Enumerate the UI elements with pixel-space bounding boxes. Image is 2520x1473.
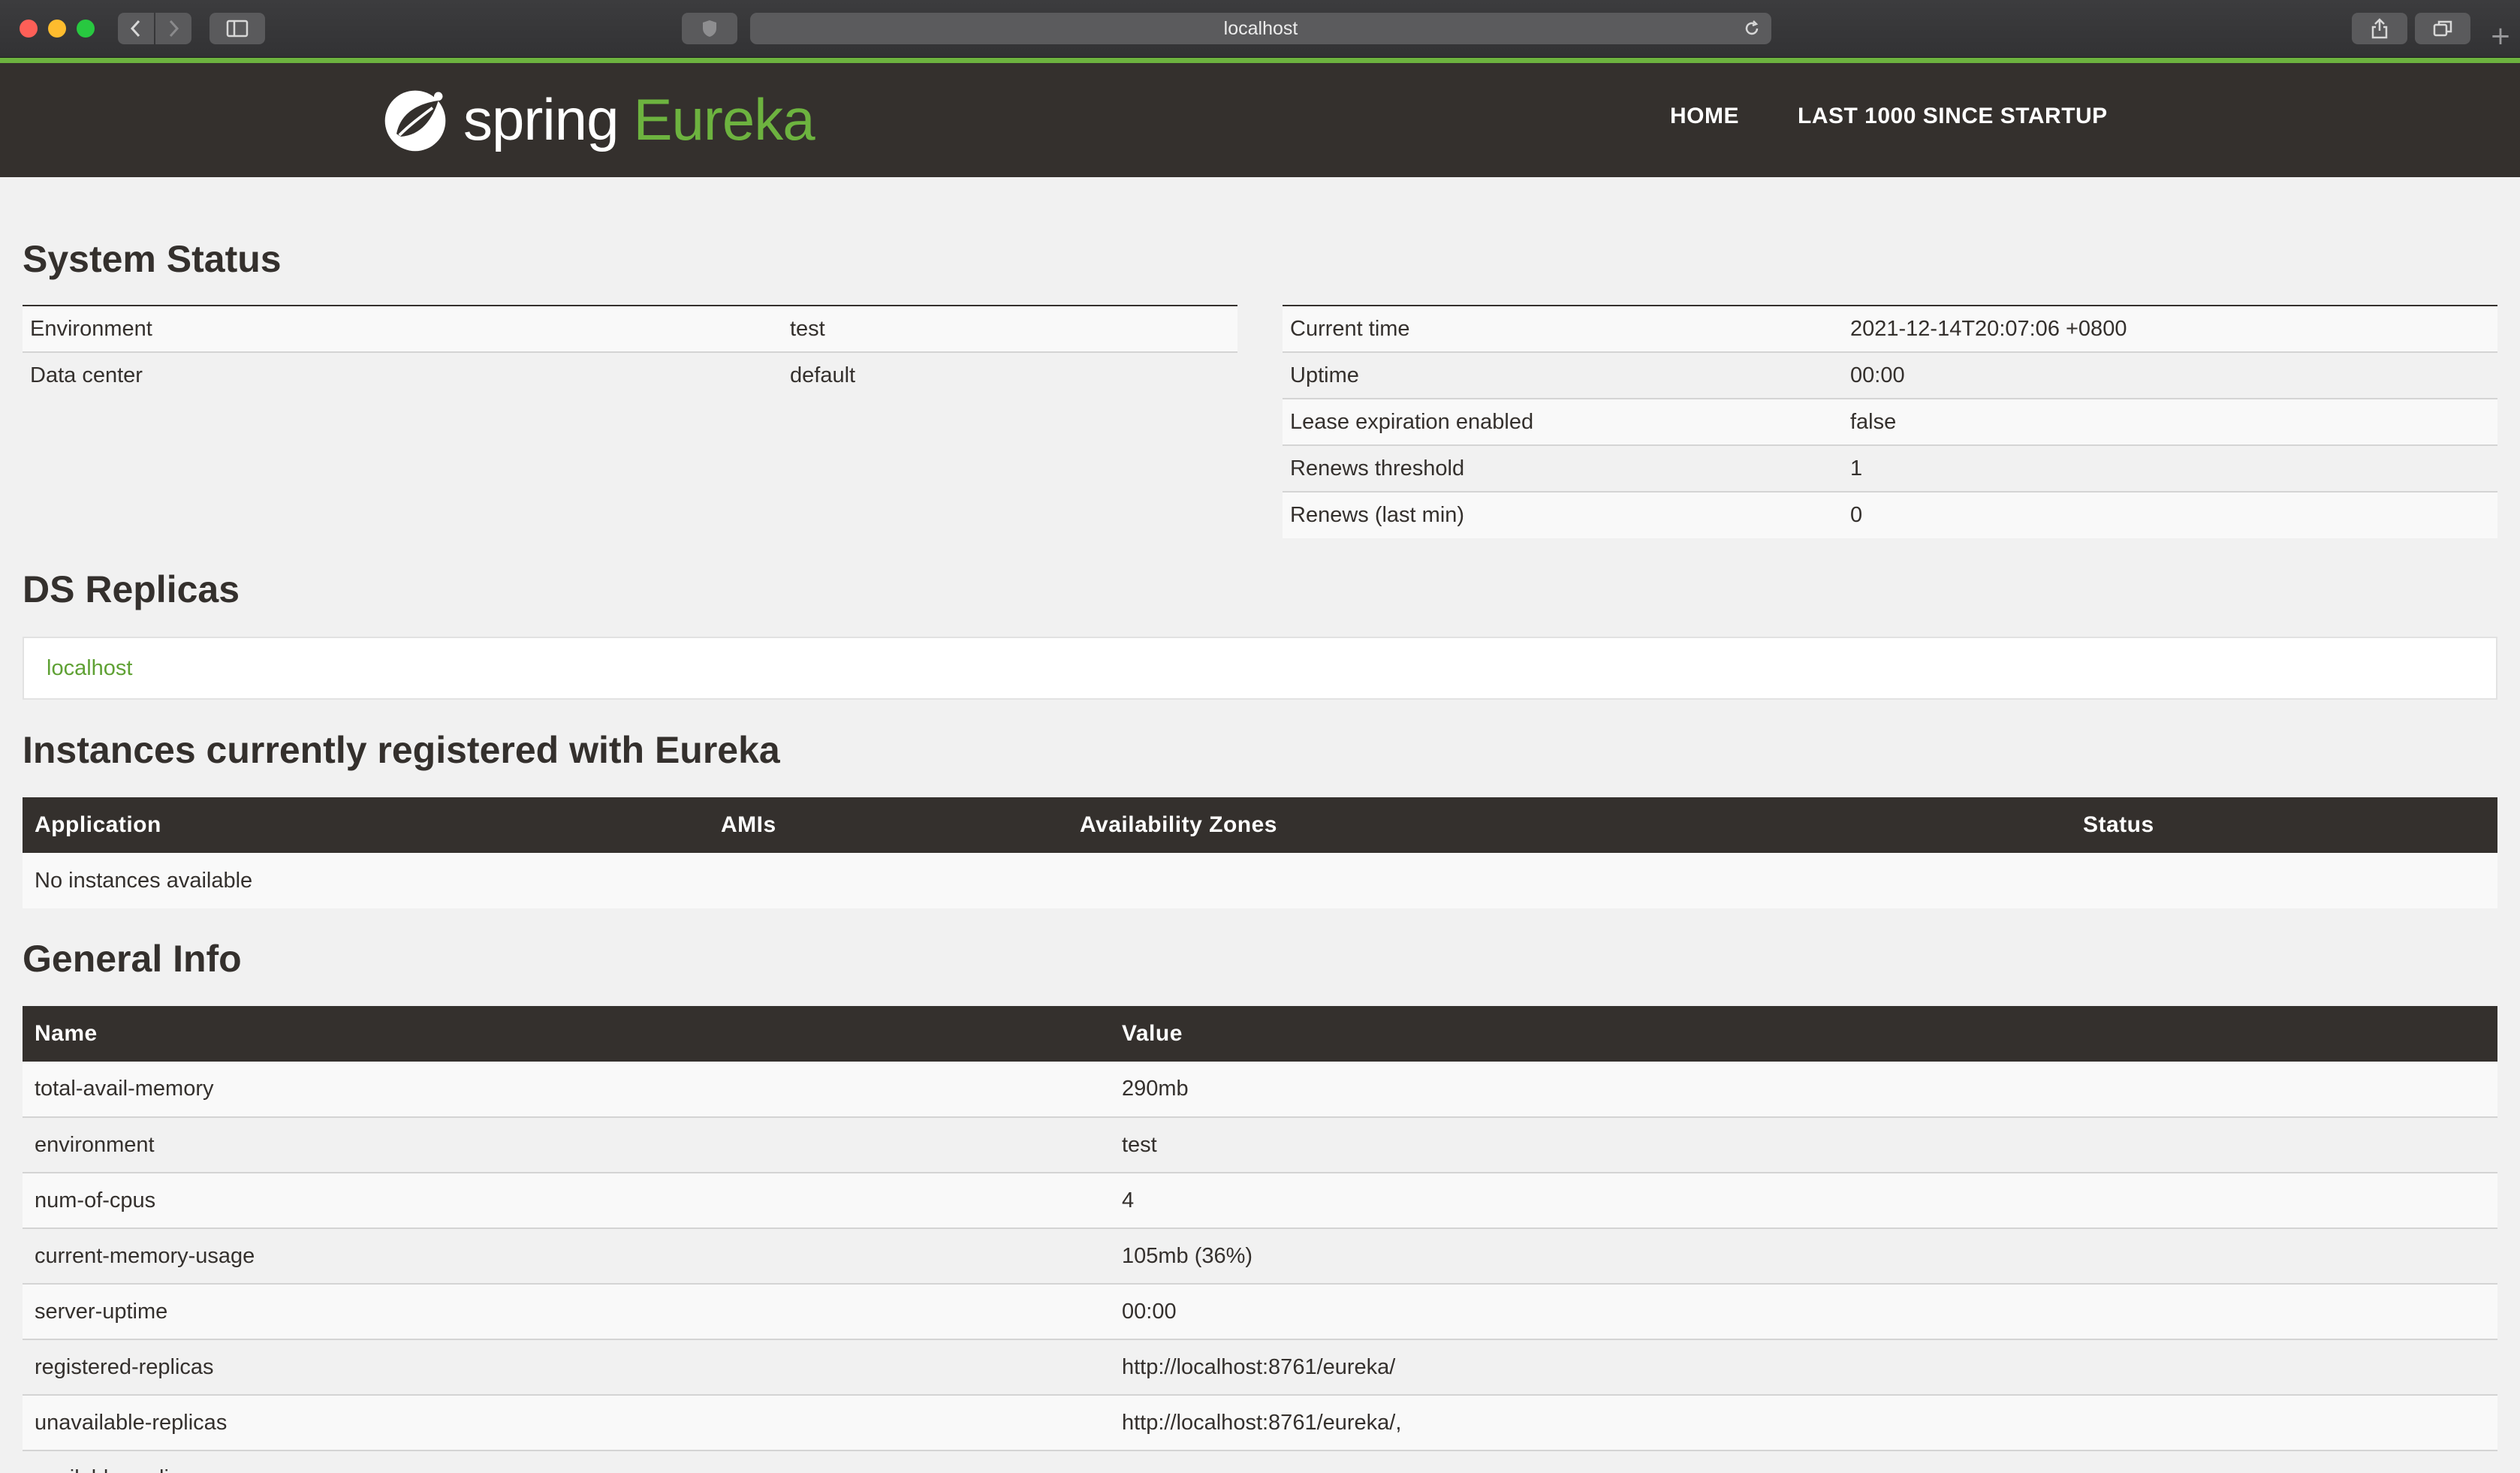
info-name: num-of-cpus (23, 1173, 1110, 1229)
table-header-row: Application AMIs Availability Zones Stat… (23, 797, 2497, 853)
privacy-report-button[interactable] (682, 13, 737, 44)
show-tabs-button[interactable] (2415, 13, 2470, 44)
table-row: num-of-cpus 4 (23, 1173, 2497, 1229)
info-value: 290mb (1110, 1062, 2497, 1118)
nav-last1000-link[interactable]: LAST 1000 SINCE STARTUP (1798, 104, 2108, 129)
info-name: unavailable-replicas (23, 1395, 1110, 1451)
spring-eureka-logo[interactable]: spring Eureka (379, 78, 815, 161)
info-value: test (1110, 1117, 2497, 1173)
system-status-left-table: Environment test Data center default (23, 305, 1237, 399)
status-row: Lease expiration enabled false (1283, 398, 2497, 445)
status-value: default (782, 351, 1237, 399)
status-value: 00:00 (1843, 351, 2497, 399)
table-row: registered-replicas http://localhost:876… (23, 1339, 2497, 1396)
zoom-window-button[interactable] (77, 20, 95, 38)
column-header[interactable]: Status (2071, 797, 2497, 853)
status-value: test (782, 305, 1237, 352)
status-row: Uptime 00:00 (1283, 351, 2497, 399)
ds-replicas-list: localhost (23, 637, 2497, 700)
general-info-title: General Info (23, 938, 242, 980)
info-name: registered-replicas (23, 1339, 1110, 1396)
status-label: Environment (23, 305, 782, 352)
eureka-navbar: spring Eureka HOME LAST 1000 SINCE START… (0, 63, 2520, 177)
column-header[interactable]: Name (23, 1006, 1110, 1062)
ds-replicas-title: DS Replicas (23, 568, 240, 610)
new-tab-button[interactable]: + (2485, 21, 2515, 51)
status-label: Uptime (1283, 351, 1843, 399)
table-row: unavailable-replicas http://localhost:87… (23, 1395, 2497, 1451)
table-row: environment test (23, 1117, 2497, 1173)
shield-icon (703, 20, 716, 37)
plus-icon: + (2489, 21, 2512, 51)
sidebar-button[interactable] (209, 13, 265, 44)
status-row: Renews threshold 1 (1283, 444, 2497, 492)
table-row: available-replicas (23, 1450, 2497, 1473)
status-value: 2021-12-14T20:07:06 +0800 (1843, 305, 2497, 352)
reload-icon (1745, 20, 1759, 35)
url-text: localhost (1223, 18, 1298, 39)
reload-button[interactable] (1743, 13, 1761, 47)
ds-replica-link[interactable]: localhost (47, 656, 132, 680)
minimize-window-button[interactable] (48, 20, 66, 38)
chevron-left-icon (130, 20, 140, 38)
column-header[interactable]: Application (23, 797, 709, 853)
table-header-row: Name Value (23, 1006, 2497, 1062)
info-name: total-avail-memory (23, 1062, 1110, 1118)
sidebar-icon (226, 20, 249, 38)
info-value: 00:00 (1110, 1284, 2497, 1340)
logo-spring-text: spring (463, 86, 619, 152)
accent-stripe (0, 58, 2520, 63)
general-info-table: Name Value total-avail-memory 290mb envi… (23, 1006, 2497, 1473)
table-row: total-avail-memory 290mb (23, 1062, 2497, 1118)
system-status-right-table: Current time 2021-12-14T20:07:06 +0800 U… (1283, 305, 2497, 538)
column-header[interactable]: Value (1110, 1006, 2497, 1062)
table-row: current-memory-usage 105mb (36%) (23, 1228, 2497, 1285)
system-status-title: System Status (23, 238, 282, 280)
address-bar[interactable]: localhost (750, 13, 1771, 44)
spring-leaf-icon (384, 90, 446, 152)
empty-row: No instances available (23, 853, 2497, 908)
browser-toolbar: localhost + (0, 0, 2520, 58)
status-value: 1 (1843, 444, 2497, 492)
status-label: Data center (23, 351, 782, 399)
status-label: Renews (last min) (1283, 491, 1843, 538)
forward-button[interactable] (155, 13, 191, 44)
logo-eureka-text: Eureka (633, 86, 815, 152)
status-row: Data center default (23, 351, 1237, 399)
status-value: false (1843, 398, 2497, 445)
info-value (1110, 1450, 2497, 1473)
info-value: 4 (1110, 1173, 2497, 1229)
info-name: environment (23, 1117, 1110, 1173)
status-label: Current time (1283, 305, 1843, 352)
status-label: Lease expiration enabled (1283, 398, 1843, 445)
status-row: Renews (last min) 0 (1283, 491, 2497, 538)
info-name: server-uptime (23, 1284, 1110, 1340)
info-value: 105mb (36%) (1110, 1228, 2497, 1285)
back-button[interactable] (118, 13, 154, 44)
info-value: http://localhost:8761/eureka/ (1110, 1339, 2497, 1396)
share-icon (2371, 18, 2388, 39)
empty-message: No instances available (23, 853, 2497, 908)
column-header[interactable]: AMIs (709, 797, 1068, 853)
info-name: current-memory-usage (23, 1228, 1110, 1285)
share-button[interactable] (2352, 13, 2407, 44)
info-value: http://localhost:8761/eureka/, (1110, 1395, 2497, 1451)
status-row: Environment test (23, 305, 1237, 352)
info-name: available-replicas (23, 1450, 1110, 1473)
status-row: Current time 2021-12-14T20:07:06 +0800 (1283, 305, 2497, 352)
close-window-button[interactable] (20, 20, 38, 38)
chevron-right-icon (169, 20, 179, 38)
tabs-icon (2433, 20, 2452, 37)
status-label: Renews threshold (1283, 444, 1843, 492)
instances-table: Application AMIs Availability Zones Stat… (23, 797, 2497, 908)
status-value: 0 (1843, 491, 2497, 538)
instances-title: Instances currently registered with Eure… (23, 729, 780, 771)
nav-home-link[interactable]: HOME (1670, 104, 1739, 129)
column-header[interactable]: Availability Zones (1068, 797, 2071, 853)
table-row: server-uptime 00:00 (23, 1284, 2497, 1340)
